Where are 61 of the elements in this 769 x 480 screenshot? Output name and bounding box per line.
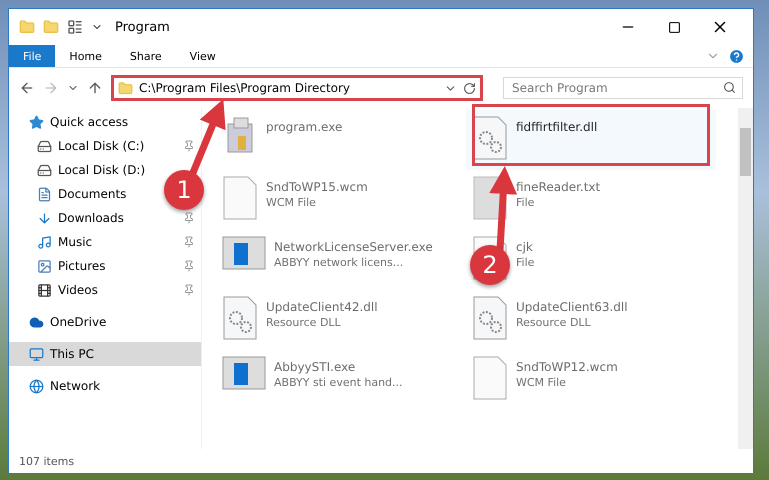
window-title: Program (115, 20, 170, 34)
gear-file-icon (222, 296, 258, 340)
sidebar-item[interactable]: Quick access (9, 110, 201, 134)
file-icon (222, 176, 258, 220)
search-field[interactable]: Search Program (503, 77, 743, 99)
sidebar-item[interactable]: Music (9, 230, 201, 254)
properties-icon[interactable] (67, 19, 83, 35)
application-window-icon (222, 236, 266, 270)
sidebar-item[interactable]: OneDrive (9, 310, 201, 334)
scrollbar[interactable] (738, 108, 753, 449)
ribbon-tab[interactable]: File (9, 45, 56, 67)
file-name: AbbyySTI.exe (274, 360, 356, 374)
file-type: WCM File (266, 196, 317, 209)
file-name: fineReader.txt (516, 180, 600, 194)
search-icon (723, 81, 736, 94)
network-icon (29, 378, 44, 394)
back-icon[interactable] (19, 80, 35, 96)
folder-icon (118, 80, 133, 96)
file-name: SndToWP12.wcm (516, 360, 618, 374)
file-type: File (516, 256, 534, 269)
sidebar-item[interactable]: Videos (9, 278, 201, 302)
application-window-icon (222, 356, 266, 390)
maximize-icon[interactable] (668, 20, 680, 34)
file-type: ABBYY sti event hand... (274, 376, 403, 389)
gear-file-icon (472, 296, 508, 340)
film-icon (37, 282, 52, 298)
help-icon[interactable] (728, 48, 745, 64)
sidebar-item[interactable]: Network (9, 374, 201, 398)
music-note-icon (37, 234, 52, 250)
star-icon (29, 114, 44, 130)
file-name: program.exe (266, 120, 342, 134)
drive-icon (37, 162, 52, 178)
file-type: WCM File (516, 376, 567, 389)
sidebar-item[interactable]: Pictures (9, 254, 201, 278)
file-type: File (516, 196, 536, 209)
file-name: NetworkLicenseServer.exe (274, 240, 433, 254)
sidebar-item[interactable]: This PC (9, 342, 201, 366)
address-bar[interactable]: C:\Program Files\Program Directory (111, 75, 483, 101)
file-name: UpdateClient42.dll (266, 300, 378, 314)
document-icon (37, 186, 52, 202)
file-name: SndToWP15.wcm (266, 180, 368, 194)
gear-file-icon (472, 116, 508, 160)
file-name: fidffirtfilter.dll (516, 120, 598, 134)
cloud-icon (29, 314, 44, 330)
file-name: cjk (516, 240, 534, 254)
file-item[interactable]: fidffirtfilter.dll (466, 110, 716, 170)
sidebar-item[interactable]: Documents (9, 182, 132, 206)
drive-icon (37, 138, 52, 154)
computer-icon (29, 346, 44, 362)
picture-icon (37, 258, 52, 274)
file-name: UpdateClient63.dll (516, 300, 628, 314)
file-type: Resource DLL (516, 316, 592, 329)
file-type: Resource DLL (266, 316, 342, 329)
refresh-icon[interactable] (463, 82, 476, 94)
download-icon (37, 210, 52, 226)
up-icon[interactable] (87, 80, 103, 96)
file-icon (472, 356, 508, 400)
sidebar-item[interactable]: Local Disk (C:) (9, 134, 201, 158)
file-type: ABBYY network licens... (274, 256, 404, 269)
sidebar-item[interactable]: Local Disk (D:) (9, 158, 152, 182)
item-count: 107 items (19, 454, 74, 468)
